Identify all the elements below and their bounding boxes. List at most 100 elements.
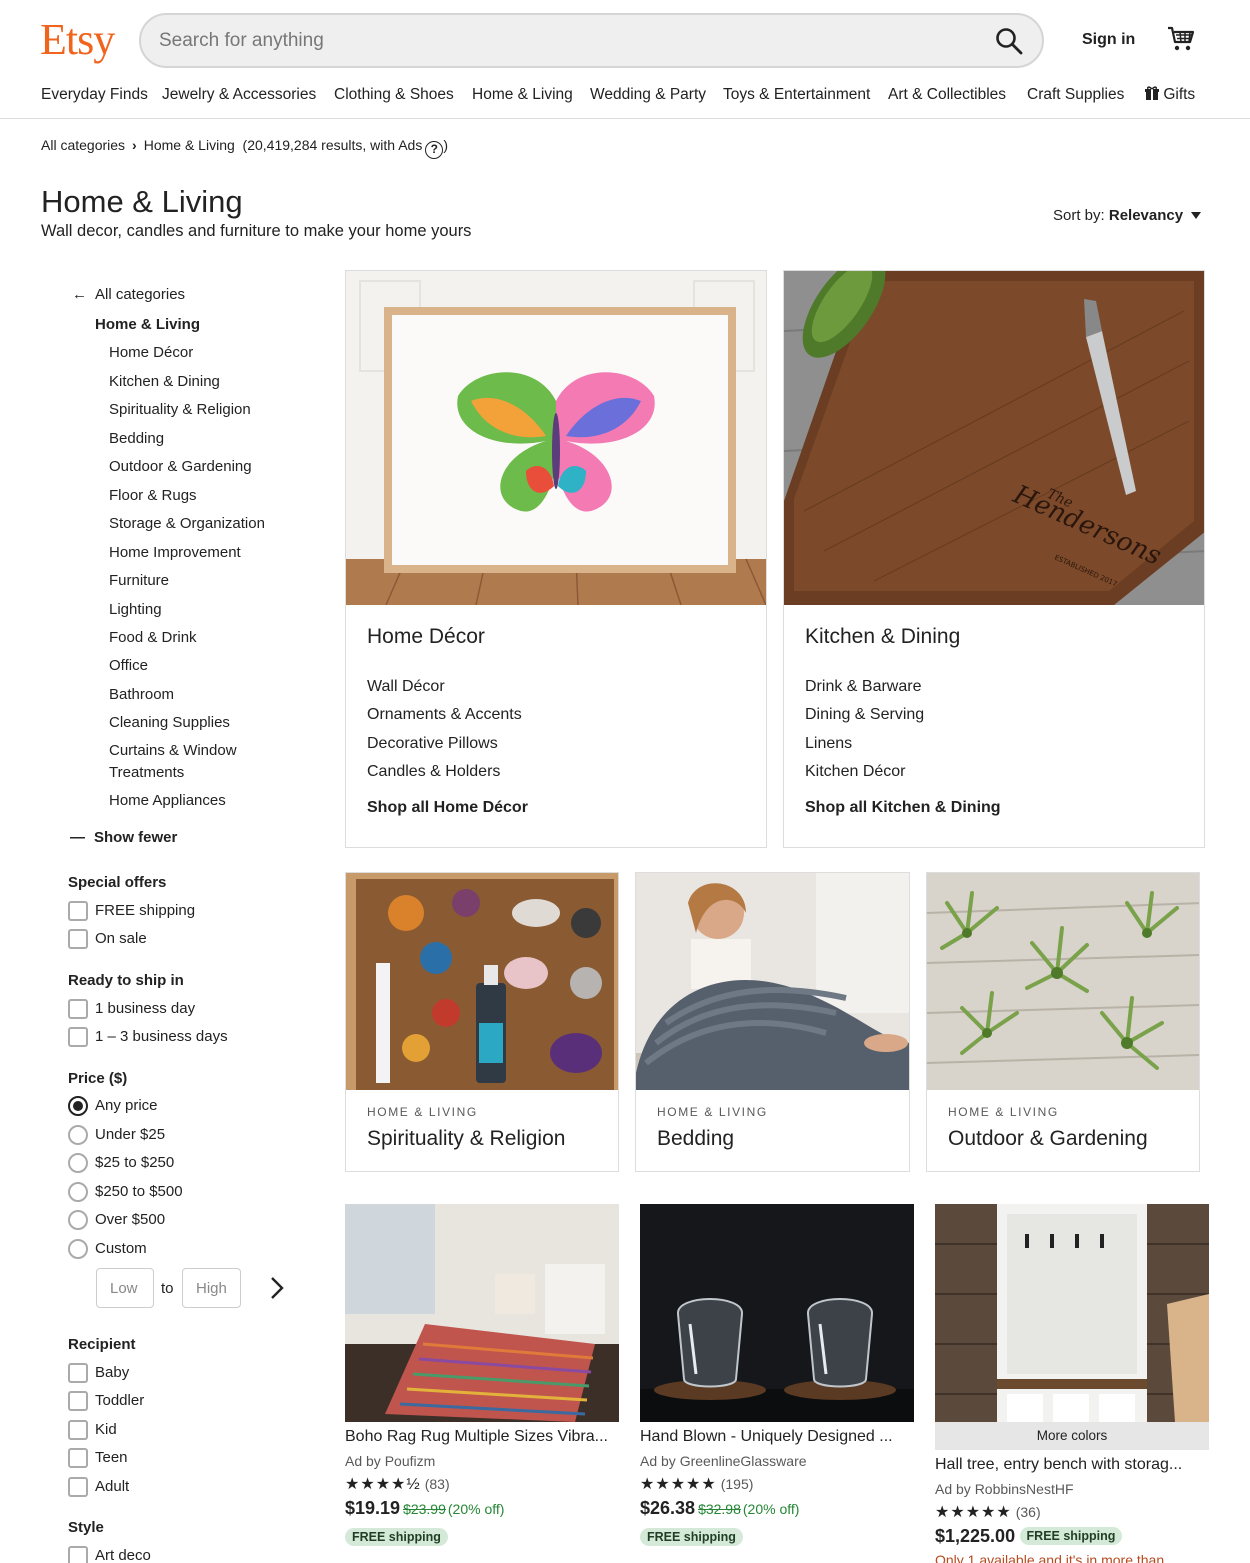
sidebar-item-spirituality-religion[interactable]: Spirituality & Religion [109, 401, 251, 418]
sidebar-item-outdoor-gardening[interactable]: Outdoor & Gardening [109, 458, 252, 475]
radio[interactable] [68, 1210, 88, 1230]
stock-warning: Only 1 available and it's in more than [935, 1552, 1165, 1563]
sidebar-current-category[interactable]: Home & Living [95, 316, 200, 333]
minus-icon: — [70, 829, 85, 846]
nav-everyday-finds[interactable]: Everyday Finds [41, 86, 148, 104]
sort-dropdown[interactable]: Sort by: Relevancy [1053, 207, 1202, 224]
featured-link-dining-serving[interactable]: Dining & Serving [805, 706, 924, 724]
nav-clothing-shoes[interactable]: Clothing & Shoes [334, 86, 454, 104]
radio[interactable] [68, 1182, 88, 1202]
cutting-board-image[interactable]: Hendersons The ESTABLISHED 2017 [784, 271, 1205, 605]
featured-link-drink-barware[interactable]: Drink & Barware [805, 678, 921, 696]
price-current: $1,225.00 [935, 1526, 1016, 1546]
nav-gifts[interactable]: Gifts [1145, 86, 1195, 104]
nav-art-collectibles[interactable]: Art & Collectibles [888, 86, 1006, 104]
price-low-input[interactable] [96, 1268, 154, 1308]
sidebar-item-food-drink[interactable]: Food & Drink [109, 629, 197, 646]
category-tile-outdoor-gardening[interactable]: HOME & LIVING Outdoor & Gardening [926, 872, 1200, 1172]
radio[interactable] [68, 1239, 88, 1259]
category-tile-spirituality[interactable]: HOME & LIVING Spirituality & Religion [345, 872, 619, 1172]
rating-stars: ★★★★★ (36) [935, 1502, 1041, 1522]
listing-title[interactable]: Hall tree, entry bench with storag... [935, 1456, 1209, 1474]
sidebar-item-home-improvement[interactable]: Home Improvement [109, 544, 241, 561]
shop-all-home-decor-link[interactable]: Shop all Home Décor [367, 799, 528, 817]
listing-title[interactable]: Boho Rag Rug Multiple Sizes Vibra... [345, 1428, 619, 1446]
listing-ad-shop[interactable]: Ad by GreenlineGlassware [640, 1453, 807, 1469]
radio-label: Custom [95, 1240, 147, 1257]
checkbox[interactable] [68, 1420, 88, 1440]
sidebar-item-home-decor[interactable]: Home Décor [109, 344, 193, 361]
etsy-logo[interactable]: Etsy [40, 14, 115, 65]
category-tile-bedding[interactable]: HOME & LIVING Bedding [635, 872, 910, 1172]
checkbox[interactable] [68, 1391, 88, 1411]
price-to-label: to [161, 1280, 174, 1297]
checkbox[interactable] [68, 901, 88, 921]
sign-in-link[interactable]: Sign in [1082, 31, 1135, 49]
radio[interactable] [68, 1125, 88, 1145]
chevron-right-icon[interactable] [268, 1276, 286, 1300]
nav-home-living[interactable]: Home & Living [472, 86, 573, 104]
help-icon[interactable]: ? [425, 141, 444, 159]
sidebar-item-bedding[interactable]: Bedding [109, 430, 164, 447]
star-icons: ★★★★½ [345, 1476, 421, 1493]
breadcrumb: All categories › Home & Living (20,419,284… [41, 137, 448, 159]
price-row: $26.38 $32.98 (20% off) [640, 1498, 799, 1519]
featured-link-wall-decor[interactable]: Wall Décor [367, 678, 445, 696]
checkbox[interactable] [68, 1363, 88, 1383]
header-divider [0, 118, 1250, 119]
listing-title[interactable]: Hand Blown - Uniquely Designed ... [640, 1428, 914, 1446]
sidebar-item-curtains-window[interactable]: Curtains & Window [109, 742, 237, 759]
radio[interactable] [68, 1096, 88, 1116]
tile-kicker: HOME & LIVING [657, 1105, 768, 1119]
more-colors-label[interactable]: More colors [935, 1422, 1209, 1450]
featured-link-candles-holders[interactable]: Candles & Holders [367, 763, 500, 781]
nav-craft-supplies[interactable]: Craft Supplies [1027, 86, 1124, 104]
price-high-input[interactable] [182, 1268, 241, 1308]
sidebar-item-lighting[interactable]: Lighting [109, 601, 162, 618]
featured-card-title[interactable]: Home Décor [367, 625, 485, 649]
sidebar-item-furniture[interactable]: Furniture [109, 572, 169, 589]
sidebar-item-cleaning-supplies[interactable]: Cleaning Supplies [109, 714, 230, 731]
sidebar-item-storage-organization[interactable]: Storage & Organization [109, 515, 265, 532]
checkbox[interactable] [68, 1448, 88, 1468]
featured-card-title[interactable]: Kitchen & Dining [805, 625, 960, 649]
checkbox[interactable] [68, 1027, 88, 1047]
sidebar-item-floor-rugs[interactable]: Floor & Rugs [109, 487, 197, 504]
radio[interactable] [68, 1153, 88, 1173]
sidebar-item-kitchen-dining[interactable]: Kitchen & Dining [109, 373, 220, 390]
sidebar-back-all-categories[interactable]: ← All categories [72, 286, 185, 303]
nav-wedding-party[interactable]: Wedding & Party [590, 86, 706, 104]
search-input[interactable] [159, 27, 959, 55]
breadcrumb-all-categories[interactable]: All categories [41, 137, 125, 153]
listing-ad-shop[interactable]: Ad by Poufizm [345, 1453, 435, 1469]
radio-label: Over $500 [95, 1211, 166, 1228]
checkbox-label: On sale [95, 930, 147, 947]
checkbox[interactable] [68, 929, 88, 949]
butterfly-print-image[interactable] [346, 271, 767, 605]
featured-link-linens[interactable]: Linens [805, 735, 852, 753]
featured-link-decorative-pillows[interactable]: Decorative Pillows [367, 735, 498, 753]
cart-icon[interactable] [1166, 24, 1196, 54]
nav-toys-entertainment[interactable]: Toys & Entertainment [723, 86, 870, 104]
price-heading: Price ($) [68, 1070, 128, 1087]
sidebar-item-office[interactable]: Office [109, 657, 148, 674]
checkbox[interactable] [68, 999, 88, 1019]
featured-link-ornaments-accents[interactable]: Ornaments & Accents [367, 706, 522, 724]
sidebar-item-bathroom[interactable]: Bathroom [109, 686, 174, 703]
sidebar-item-home-appliances[interactable]: Home Appliances [109, 792, 226, 809]
nav-jewelry-accessories[interactable]: Jewelry & Accessories [162, 86, 316, 104]
listing-ad-shop[interactable]: Ad by RobbinsNestHF [935, 1481, 1074, 1497]
sidebar-item-curtains-window-cont[interactable]: Treatments [109, 764, 184, 781]
checkbox-label: 1 business day [95, 1000, 196, 1017]
checkbox[interactable] [68, 1546, 88, 1563]
discount: (20% off) [447, 1501, 505, 1517]
featured-link-kitchen-decor[interactable]: Kitchen Décor [805, 763, 906, 781]
checkbox-label: Teen [95, 1449, 128, 1466]
checkbox[interactable] [68, 1477, 88, 1497]
star-icons: ★★★★★ [640, 1476, 717, 1493]
free-shipping-badge: FREE shipping [640, 1528, 743, 1546]
show-fewer-button[interactable]: — Show fewer [70, 829, 177, 846]
search-icon[interactable] [994, 26, 1024, 56]
shop-all-kitchen-dining-link[interactable]: Shop all Kitchen & Dining [805, 799, 1001, 817]
air-plants-image [927, 873, 1199, 1090]
